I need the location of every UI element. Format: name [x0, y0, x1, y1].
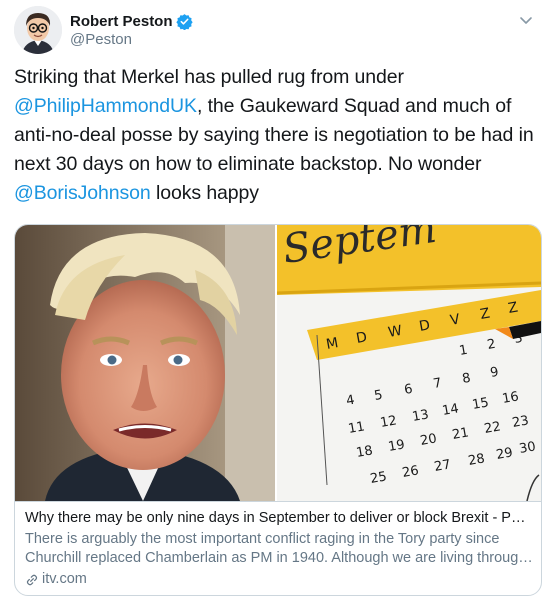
- date-21: 21: [451, 425, 470, 443]
- date-14: 14: [441, 401, 460, 419]
- date-30: 30: [518, 439, 537, 457]
- link-preview-card[interactable]: Septem M D W D V Z Z 1 2 3 4 5 6 7 8 9 1…: [14, 224, 542, 596]
- verified-badge-icon: [175, 13, 193, 30]
- date-15: 15: [471, 395, 490, 413]
- date-29: 29: [495, 445, 514, 463]
- date-12: 12: [379, 413, 398, 431]
- link-icon: [26, 574, 38, 585]
- date-28: 28: [467, 451, 486, 469]
- date-19: 19: [387, 437, 406, 455]
- politician-photo: [15, 225, 275, 501]
- date-23: 23: [511, 413, 530, 431]
- date-11: 11: [347, 419, 366, 437]
- date-13: 13: [411, 407, 430, 425]
- chevron-down-icon[interactable]: [518, 12, 534, 28]
- date-20: 20: [419, 431, 438, 449]
- mention-link-borisjohnson[interactable]: @BorisJohnson: [14, 182, 151, 204]
- author-name-row[interactable]: Robert Peston: [70, 10, 193, 32]
- card-image[interactable]: Septem M D W D V Z Z 1 2 3 4 5 6 7 8 9 1…: [15, 225, 541, 502]
- author-name[interactable]: Robert Peston: [70, 13, 173, 30]
- card-domain-text[interactable]: itv.com: [42, 570, 87, 589]
- tweet-text: Striking that Merkel has pulled rug from…: [14, 63, 544, 208]
- tweet-text-part1: Striking that Merkel has pulled rug from…: [14, 66, 404, 88]
- date-22: 22: [483, 419, 502, 437]
- card-description-line1: There is arguably the most important con…: [25, 531, 500, 547]
- date-25: 25: [369, 469, 388, 487]
- card-description: There is arguably the most important con…: [25, 530, 533, 568]
- author-avatar[interactable]: [14, 6, 62, 54]
- date-26: 26: [401, 463, 420, 481]
- mention-link-philiphammond[interactable]: @PhilipHammondUK: [14, 95, 197, 117]
- tweet: Robert Peston @Peston Striking that Merk…: [0, 0, 548, 600]
- author-handle[interactable]: @Peston: [70, 31, 132, 48]
- card-domain[interactable]: itv.com: [25, 570, 533, 589]
- date-16: 16: [501, 389, 520, 407]
- calendar-photo: Septem M D W D V Z Z 1 2 3 4 5 6 7 8 9 1…: [277, 225, 541, 501]
- date-18: 18: [355, 443, 374, 461]
- date-27: 27: [433, 457, 452, 475]
- card-title[interactable]: Why there may be only nine days in Septe…: [25, 509, 533, 528]
- tweet-text-part3: looks happy: [150, 182, 259, 204]
- card-body[interactable]: Why there may be only nine days in Septe…: [25, 509, 533, 589]
- cartoon-avatar-icon: [14, 6, 62, 54]
- card-description-line2: Churchill replaced Chamberlain as PM in …: [25, 550, 533, 566]
- weekday-2: W: [387, 323, 404, 341]
